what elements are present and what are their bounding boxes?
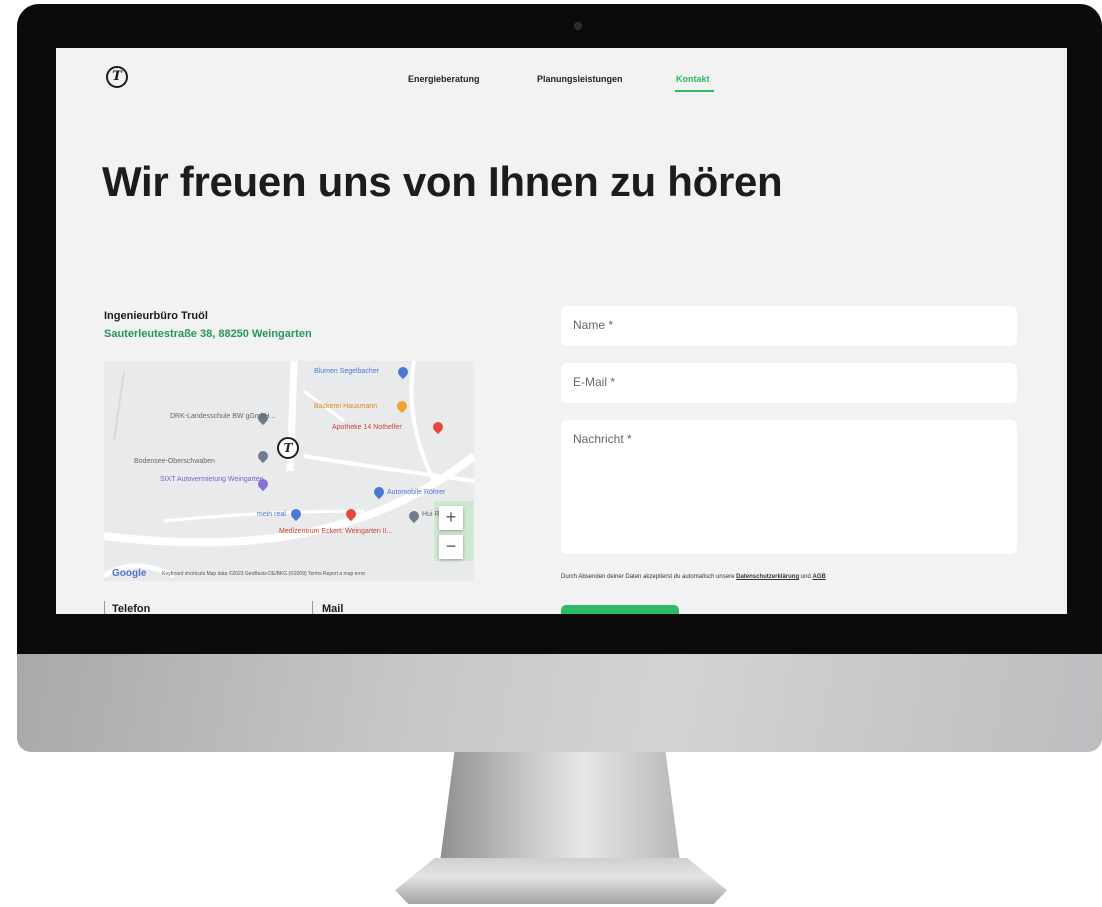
map-label: mein real <box>257 511 286 518</box>
privacy-link[interactable]: Datenschutzerklärung <box>736 574 799 580</box>
consent-sentence: Durch Absenden deiner Daten akzeptierst … <box>561 574 735 580</box>
consent-text: Durch Absenden deiner Daten akzeptierst … <box>561 574 826 580</box>
company-address[interactable]: Sauterleutestraße 38, 88250 Weingarten <box>104 328 312 340</box>
website-screen: T Energieberatung Planungsleistungen Kon… <box>56 48 1067 614</box>
map-label: Apotheke 14 Nothelfer <box>332 424 402 431</box>
monitor-stand <box>440 752 680 862</box>
map-label: SIXT Autovermietung Weingarten <box>160 476 264 483</box>
name-field[interactable]: Name * <box>561 306 1017 346</box>
email-field[interactable]: E-Mail * <box>561 363 1017 403</box>
map-label: Automobile Röhrer <box>387 489 446 496</box>
map-label: Bodensee-Oberschwaben <box>134 458 215 465</box>
submit-button[interactable] <box>561 605 679 614</box>
logo-icon[interactable]: T <box>106 66 128 88</box>
company-name: Ingenieurbüro Truöl <box>104 310 208 322</box>
map-zoom-in-button[interactable]: + <box>439 506 463 530</box>
map-label: DRK-Landesschule BW gGmbH... <box>170 413 276 420</box>
page-title: Wir freuen uns von Ihnen zu hören <box>102 158 783 205</box>
nav-planungsleistungen[interactable]: Planungsleistungen <box>537 74 623 84</box>
nav-kontakt[interactable]: Kontakt <box>676 74 710 84</box>
message-field[interactable]: Nachricht * <box>561 420 1017 554</box>
agb-link[interactable]: AGB <box>812 574 825 580</box>
map-label: Blumen Segelbacher <box>314 368 379 375</box>
map-footer: Google Keyboard shortcuts Map data ©2023… <box>104 567 474 581</box>
business-marker-icon[interactable]: T <box>277 437 299 459</box>
consent-and: und <box>800 574 811 580</box>
contact-divider <box>312 601 313 614</box>
contact-divider <box>104 601 105 614</box>
google-logo: Google <box>112 568 147 579</box>
name-placeholder: Name * <box>573 318 614 332</box>
nav-energieberatung[interactable]: Energieberatung <box>408 74 480 84</box>
map-zoom-out-button[interactable]: − <box>439 535 463 559</box>
camera-icon <box>574 22 582 30</box>
map-credits[interactable]: Keyboard shortcuts Map data ©2023 GeoBas… <box>162 571 365 577</box>
mail-label: Mail <box>322 603 344 614</box>
map-embed[interactable]: Blumen Segelbacher Bäckerei Hausmann Apo… <box>104 361 474 581</box>
message-placeholder: Nachricht * <box>573 432 632 446</box>
map-label: Medizentrum Eckert: Weingarten II... <box>279 528 393 535</box>
map-label: Bäckerei Hausmann <box>314 403 378 410</box>
monitor-chin <box>17 654 1102 752</box>
phone-label: Telefon <box>112 603 151 614</box>
map-roads <box>104 361 474 581</box>
monitor-foot <box>395 858 727 904</box>
email-placeholder: E-Mail * <box>573 375 616 389</box>
nav-active-indicator <box>675 90 714 92</box>
